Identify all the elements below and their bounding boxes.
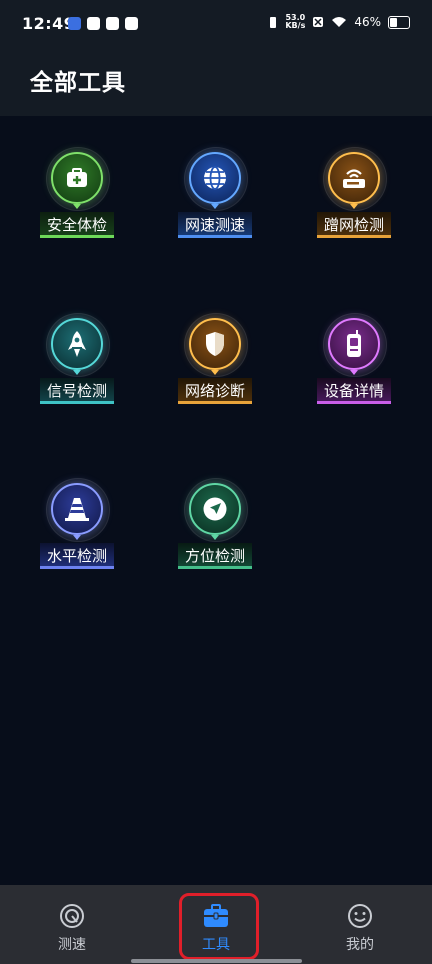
vibrate-icon [270, 16, 277, 28]
smiley-icon [348, 904, 372, 928]
network-speed: 53.0 KB/s [285, 13, 306, 30]
tool-label: 设备详情 [317, 378, 391, 404]
home-indicator[interactable] [131, 959, 302, 963]
tool-level-check[interactable]: 水平检测 [22, 476, 132, 586]
tool-security-check[interactable]: 安全体检 [22, 145, 132, 255]
globe-icon [189, 152, 241, 204]
app-notification-icon [125, 17, 138, 30]
tool-direction-check[interactable]: 方位检测 [160, 476, 270, 586]
tool-label: 安全体检 [40, 212, 114, 238]
tool-label: 蹭网检测 [317, 212, 391, 238]
nav-speed-test[interactable]: 测速 [22, 885, 122, 964]
tool-signal-check[interactable]: 信号检测 [22, 311, 132, 421]
tool-network-diagnosis[interactable]: 网络诊断 [160, 311, 270, 421]
pointer [211, 535, 219, 540]
pointer [211, 204, 219, 209]
app-notification-icon [68, 17, 81, 30]
pointer [350, 204, 358, 209]
battery-percent: 46% [354, 15, 381, 29]
phone-device-icon [328, 318, 380, 370]
pointer [211, 370, 219, 375]
header-bar: 12:49 53.0 KB/s 46% 全部工具 [0, 0, 432, 116]
pointer [73, 204, 81, 209]
traffic-cone-icon [51, 483, 103, 535]
nav-profile[interactable]: 我的 [310, 885, 410, 964]
tool-wifi-freeloader-check[interactable]: 蹭网检测 [299, 145, 409, 255]
medical-kit-icon [51, 152, 103, 204]
notification-icons [68, 17, 138, 30]
nav-label: 测速 [58, 937, 86, 953]
tool-label: 水平检测 [40, 543, 114, 569]
system-status: 53.0 KB/s 46% [268, 14, 410, 30]
app-notification-icon [87, 17, 100, 30]
rocket-icon [51, 318, 103, 370]
no-sim-icon [313, 17, 324, 27]
tool-label: 信号检测 [40, 378, 114, 404]
tool-label: 网速测速 [178, 212, 252, 238]
battery-icon [388, 15, 410, 29]
status-bar: 12:49 53.0 KB/s 46% [0, 0, 432, 52]
pointer [350, 370, 358, 375]
wifi-icon [332, 17, 347, 27]
tool-speed-test[interactable]: 网速测速 [160, 145, 270, 255]
page-title: 全部工具 [30, 70, 126, 96]
tool-device-details[interactable]: 设备详情 [299, 311, 409, 421]
router-icon [328, 152, 380, 204]
mail-icon [106, 17, 119, 30]
navigation-arrow-icon [189, 483, 241, 535]
pointer [73, 535, 81, 540]
tool-label: 方位检测 [178, 543, 252, 569]
tool-label: 网络诊断 [178, 378, 252, 404]
active-tab-highlight [179, 893, 259, 960]
nav-label: 我的 [346, 937, 374, 953]
speed-gauge-icon [60, 904, 84, 928]
pointer [73, 370, 81, 375]
shield-icon [189, 318, 241, 370]
